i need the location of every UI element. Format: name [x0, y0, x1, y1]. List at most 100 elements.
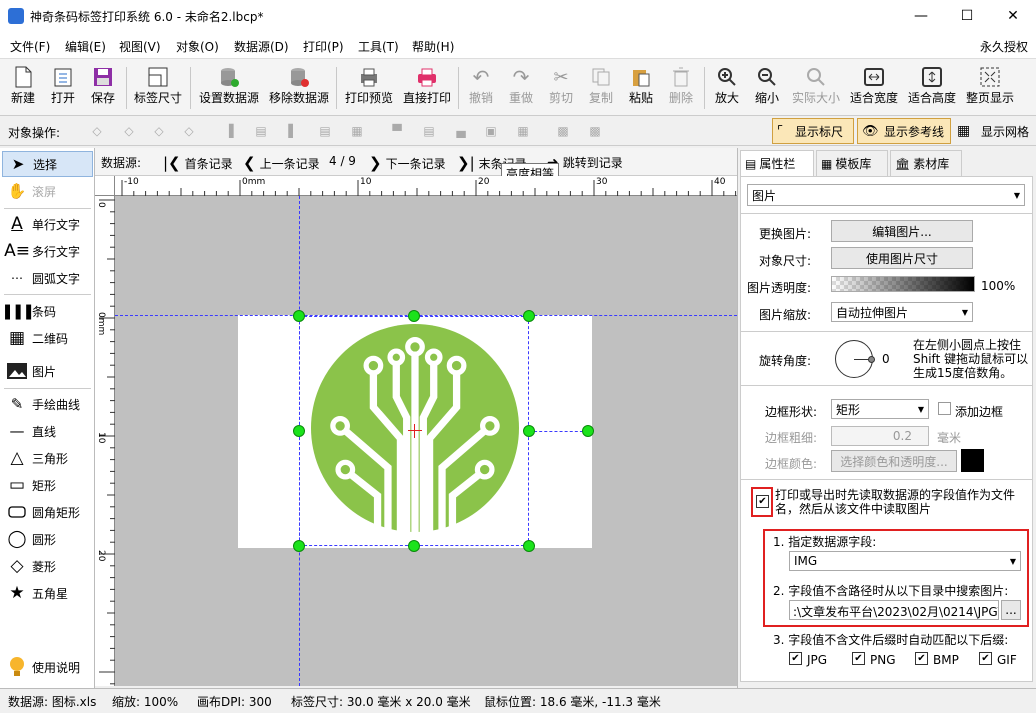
layer-up-icon[interactable]: ◇	[118, 120, 140, 142]
tool-star[interactable]: ★ 五角星	[2, 580, 93, 606]
resize-handle-ne[interactable]	[523, 310, 535, 322]
print-direct-button[interactable]: 直接打印	[400, 65, 454, 111]
fit-height-button[interactable]: 适合高度	[906, 65, 958, 111]
tool-barcode[interactable]: ❚❚❚ 条码	[1, 298, 93, 324]
zoom-out-button[interactable]: 缩小	[750, 65, 784, 111]
align-left-icon[interactable]: ▐	[218, 120, 240, 142]
menu-object[interactable]: 对象(O)	[176, 38, 219, 55]
align-right-icon[interactable]: ▌	[282, 120, 304, 142]
tool-image[interactable]: 图片	[2, 358, 93, 384]
object-type-select[interactable]: 图片 ▼	[747, 184, 1025, 206]
prev-record-button[interactable]: ❮ 上一条记录	[243, 154, 320, 172]
layer-top-icon[interactable]: ◇	[86, 120, 108, 142]
equal-height-icon[interactable]: ▣	[480, 120, 502, 142]
license-link[interactable]: 永久授权	[980, 38, 1028, 55]
menu-print[interactable]: 打印(P)	[303, 38, 344, 55]
opacity-slider[interactable]	[831, 276, 975, 292]
read-from-file-checkbox[interactable]: ✔	[756, 495, 769, 508]
menu-file[interactable]: 文件(F)	[10, 38, 50, 55]
align-center-icon[interactable]: ▤	[250, 120, 272, 142]
datasource-field-select[interactable]: IMG ▼	[789, 551, 1021, 571]
ext-jpg-checkbox[interactable]: ✔	[789, 652, 802, 665]
new-button[interactable]: 新建	[6, 65, 40, 111]
tool-qrcode[interactable]: ▦ 二维码	[2, 325, 93, 351]
layer-bottom-icon[interactable]: ◇	[178, 120, 200, 142]
align-middle-icon[interactable]: ▤	[418, 120, 440, 142]
full-page-button[interactable]: 整页显示	[964, 65, 1016, 111]
rotation-handle[interactable]	[582, 425, 594, 437]
set-datasource-button[interactable]: 设置数据源	[196, 65, 262, 111]
distribute-v-icon[interactable]: ▦	[512, 120, 534, 142]
add-border-checkbox[interactable]	[938, 402, 951, 415]
ext-bmp-checkbox[interactable]: ✔	[915, 652, 928, 665]
maximize-button[interactable]: ☐	[944, 0, 990, 32]
distribute-h-icon[interactable]: ▦	[346, 120, 368, 142]
resize-handle-s[interactable]	[408, 540, 420, 552]
print-preview-button[interactable]: 打印预览	[342, 65, 396, 111]
next-record-button[interactable]: ❯ 下一条记录	[369, 154, 446, 172]
show-ruler-toggle[interactable]: ⌜ 显示标尺	[772, 118, 854, 144]
align-top-icon[interactable]: ▀	[386, 120, 408, 142]
open-button[interactable]: 打开	[46, 65, 80, 111]
copy-button[interactable]: 复制	[584, 65, 618, 111]
equal-width-icon[interactable]: ▤	[314, 120, 336, 142]
tool-round-rect[interactable]: 圆角矩形	[2, 499, 93, 525]
tool-triangle[interactable]: △ 三角形	[2, 445, 93, 471]
border-color-button[interactable]: 选择颜色和透明度...	[831, 450, 957, 472]
resize-handle-n[interactable]	[408, 310, 420, 322]
border-width-input[interactable]: 0.2	[831, 426, 929, 446]
align-bottom-icon[interactable]: ▄	[450, 120, 472, 142]
use-image-size-button[interactable]: 使用图片尺寸	[831, 247, 973, 269]
menu-view[interactable]: 视图(V)	[119, 38, 161, 55]
show-guides-toggle[interactable]: 👁 显示参考线	[857, 118, 951, 144]
tool-diamond[interactable]: ◇ 菱形	[2, 553, 93, 579]
resize-handle-w[interactable]	[293, 425, 305, 437]
tab-templates[interactable]: ▦ 模板库	[816, 150, 888, 176]
group-icon[interactable]: ▩	[552, 120, 574, 142]
cut-button[interactable]: ✂ 剪切	[544, 65, 578, 111]
zoom-in-button[interactable]: 放大	[710, 65, 744, 111]
undo-button[interactable]: ↶ 撤销	[464, 65, 498, 111]
tool-scroll[interactable]: ✋ 滚屏	[2, 178, 93, 204]
remove-datasource-button[interactable]: 移除数据源	[266, 65, 332, 111]
tool-line[interactable]: — 直线	[2, 418, 93, 444]
border-color-swatch[interactable]	[961, 449, 984, 472]
browse-button[interactable]: ...	[1001, 600, 1021, 620]
tool-select[interactable]: ➤ 选择	[2, 151, 93, 177]
actual-size-button[interactable]: 实际大小	[790, 65, 842, 111]
show-grid-toggle[interactable]: ▦ 显示网格	[955, 118, 1035, 144]
menu-help[interactable]: 帮助(H)	[412, 38, 454, 55]
layer-down-icon[interactable]: ◇	[148, 120, 170, 142]
ext-png-checkbox[interactable]: ✔	[852, 652, 865, 665]
save-button[interactable]: 保存	[86, 65, 120, 111]
rotation-dial[interactable]	[835, 340, 875, 378]
redo-button[interactable]: ↷ 重做	[504, 65, 538, 111]
tool-freehand[interactable]: ✎ 手绘曲线	[2, 391, 93, 417]
minimize-button[interactable]: —	[898, 0, 944, 32]
tool-circle[interactable]: ◯ 圆形	[2, 526, 93, 552]
resize-handle-se[interactable]	[523, 540, 535, 552]
first-record-button[interactable]: |❮ 首条记录	[163, 154, 233, 172]
ext-gif-checkbox[interactable]: ✔	[979, 652, 992, 665]
image-scale-select[interactable]: 自动拉伸图片 ▼	[831, 302, 973, 322]
tool-rect[interactable]: ▭ 矩形	[2, 472, 93, 498]
tab-materials[interactable]: 🏛 素材库	[890, 150, 962, 176]
menu-datasource[interactable]: 数据源(D)	[234, 38, 289, 55]
fit-width-button[interactable]: 适合宽度	[848, 65, 900, 111]
tool-multi-text[interactable]: A≡ 多行文字	[2, 238, 93, 264]
paste-button[interactable]: 粘贴	[624, 65, 658, 111]
resize-handle-e[interactable]	[523, 425, 535, 437]
tool-help[interactable]: 使用说明	[2, 654, 93, 680]
tool-single-text[interactable]: A 单行文字	[2, 211, 93, 237]
tool-arc-text[interactable]: ⋯ 圆弧文字	[2, 265, 93, 291]
menu-tools[interactable]: 工具(T)	[358, 38, 399, 55]
border-shape-select[interactable]: 矩形 ▼	[831, 399, 929, 419]
edit-image-button[interactable]: 编辑图片...	[831, 220, 973, 242]
tab-properties[interactable]: ▤ 属性栏	[740, 150, 814, 176]
delete-button[interactable]: 删除	[664, 65, 698, 111]
image-directory-input[interactable]: :\文章发布平台\2023\02月\0214\JPG\	[789, 600, 999, 620]
resize-handle-nw[interactable]	[293, 310, 305, 322]
ungroup-icon[interactable]: ▩	[584, 120, 606, 142]
label-size-button[interactable]: 标签尺寸	[132, 65, 184, 111]
close-button[interactable]: ✕	[990, 0, 1036, 32]
